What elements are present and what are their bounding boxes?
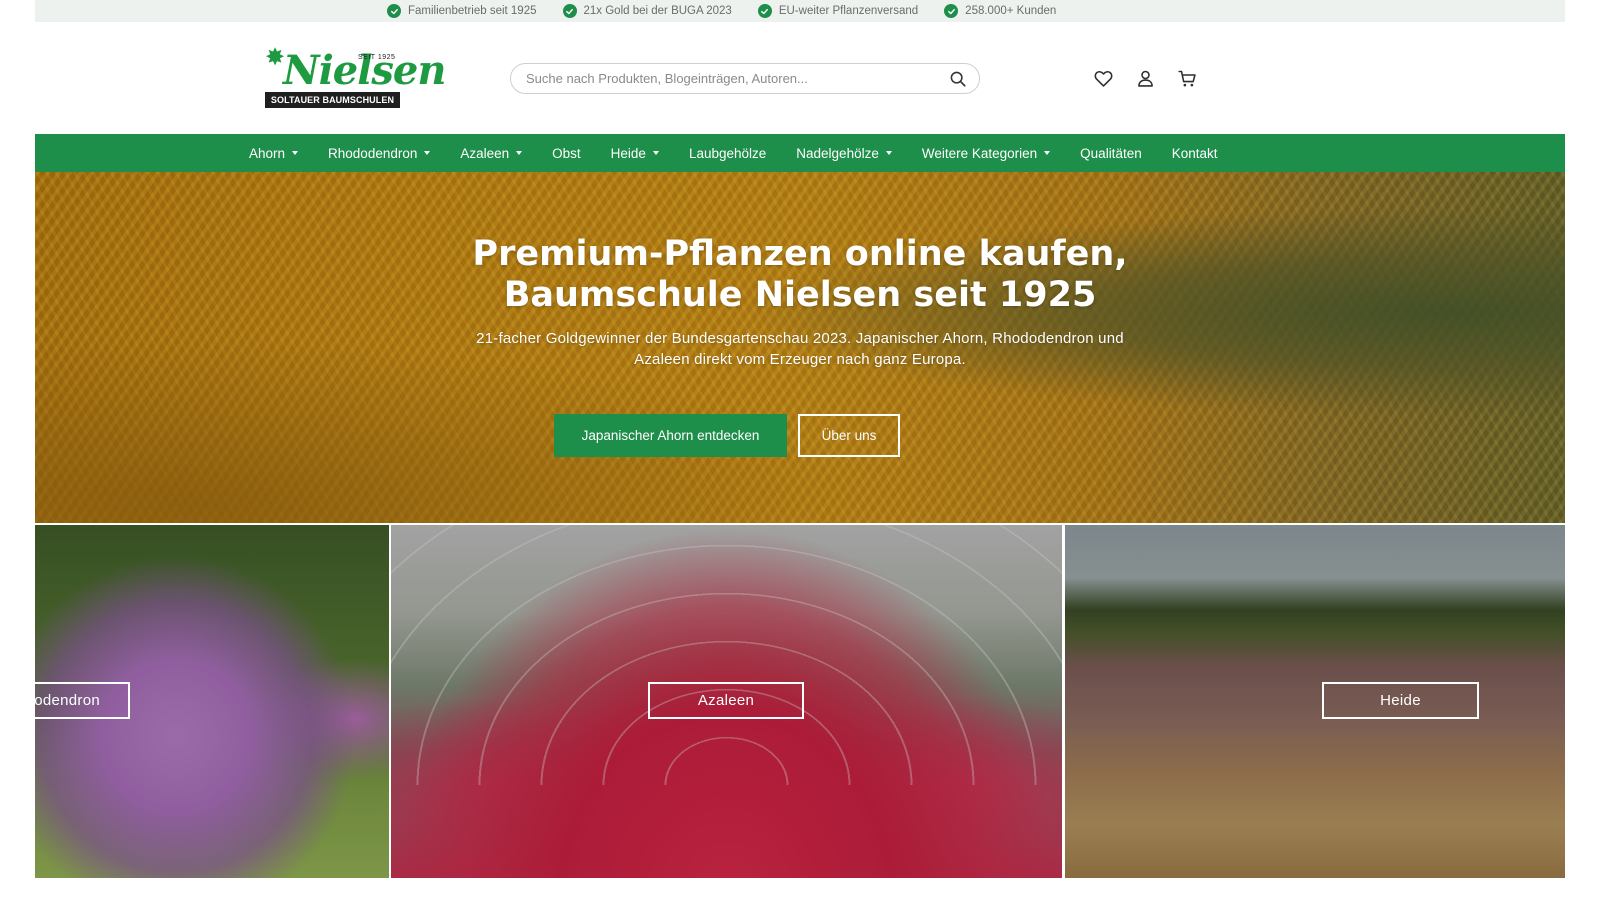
caret-down-icon xyxy=(1044,151,1051,155)
nav-item-label: Qualitäten xyxy=(1080,145,1142,161)
nav-item-heide[interactable]: Heide xyxy=(611,146,659,161)
trust-item-label: Familienbetrieb seit 1925 xyxy=(408,5,537,17)
logo-seit: SEIT 1925 xyxy=(358,54,396,61)
about-us-button[interactable]: Über uns xyxy=(798,414,900,457)
trust-item: Familienbetrieb seit 1925 xyxy=(387,4,537,18)
check-icon xyxy=(944,4,959,18)
nav-item-azaleen[interactable]: Azaleen xyxy=(460,145,523,161)
nav-item-weitere-kategorien[interactable]: Weitere Kategorien xyxy=(921,145,1051,161)
hero-title-line: Baumschule Nielsen seit 1925 xyxy=(503,275,1097,315)
trust-item-label: EU-weiter Pflanzenversand xyxy=(778,5,919,17)
search-icon[interactable] xyxy=(949,70,967,88)
cart-icon[interactable] xyxy=(1177,68,1198,89)
nav-item-label: Obst xyxy=(552,145,581,161)
trust-item: 21x Gold bei der BUGA 2023 xyxy=(562,4,732,18)
nav-item-label: Azaleen xyxy=(460,145,510,161)
caret-down-icon xyxy=(516,151,523,155)
main-nav: Ahorn Rhododendron Azaleen Obst Heide La… xyxy=(35,134,1565,172)
category-tile-label[interactable]: Rhododendron xyxy=(35,682,130,719)
nav-item-qualitaeten[interactable]: Qualitäten xyxy=(1080,146,1142,161)
nav-item-label: Laubgehölze xyxy=(688,145,767,161)
caret-down-icon xyxy=(885,151,892,155)
nav-item-label: Ahorn xyxy=(249,145,286,161)
trust-bar: Familienbetrieb seit 1925 21x Gold bei d… xyxy=(35,0,1565,22)
hero-title-line: Premium-Pflanzen online kaufen, xyxy=(472,234,1128,274)
discover-maple-button[interactable]: Japanischer Ahorn entdecken xyxy=(554,414,787,457)
nav-item-label: Weitere Kategorien xyxy=(921,145,1038,161)
search-box xyxy=(510,63,980,94)
caret-down-icon xyxy=(292,151,299,155)
nav-item-nadelgehoelze[interactable]: Nadelgehölze xyxy=(796,146,892,161)
hero-subtitle: 21-facher Goldgewinner der Bundesgartens… xyxy=(476,330,1124,368)
category-tile-label[interactable]: Heide xyxy=(1322,682,1479,719)
check-icon xyxy=(562,4,577,18)
caret-down-icon xyxy=(652,151,659,155)
nav-item-label: Heide xyxy=(610,145,646,161)
trust-item: 258.000+ Kunden xyxy=(944,4,1056,18)
trust-item-label: 21x Gold bei der BUGA 2023 xyxy=(583,5,732,17)
header-icons xyxy=(1093,68,1198,89)
heart-icon[interactable] xyxy=(1093,68,1114,89)
check-icon xyxy=(387,4,401,18)
nav-item-laubgehoelze[interactable]: Laubgehölze xyxy=(689,146,766,161)
nav-item-obst[interactable]: Obst xyxy=(552,146,581,161)
trust-item: EU-weiter Pflanzenversand xyxy=(757,4,919,18)
site-header: ✸ Nielsen SEIT 1925 SOLTAUER BAUMSCHULEN xyxy=(35,22,1565,137)
caret-down-icon xyxy=(424,151,431,155)
tile-overlay xyxy=(1065,525,1565,878)
nav-item-label: Rhododendron xyxy=(328,145,418,161)
category-tiles: Rhododendron Azaleen Heide xyxy=(35,523,1565,878)
logo-subtitle: SOLTAUER BAUMSCHULEN xyxy=(265,92,400,108)
category-tile-heide[interactable]: Heide xyxy=(1065,525,1565,878)
nav-item-kontakt[interactable]: Kontakt xyxy=(1172,146,1218,161)
hero-banner: Premium-Pflanzen online kaufen, Baumschu… xyxy=(35,172,1565,523)
page: Familienbetrieb seit 1925 21x Gold bei d… xyxy=(35,0,1565,900)
category-tile-label[interactable]: Azaleen xyxy=(648,682,804,719)
logo[interactable]: ✸ Nielsen SEIT 1925 SOLTAUER BAUMSCHULEN xyxy=(265,44,446,110)
nav-item-ahorn[interactable]: Ahorn xyxy=(249,145,299,161)
trust-item-label: 258.000+ Kunden xyxy=(965,5,1057,17)
search-input[interactable] xyxy=(526,71,949,86)
category-tile-azaleen[interactable]: Azaleen xyxy=(391,525,1062,878)
user-icon[interactable] xyxy=(1135,68,1156,89)
nav-item-rhododendron[interactable]: Rhododendron xyxy=(328,145,431,161)
category-tile-rhododendron[interactable]: Rhododendron xyxy=(35,525,389,878)
nav-item-label: Nadelgehölze xyxy=(796,145,879,161)
hero-title: Premium-Pflanzen online kaufen, Baumschu… xyxy=(400,234,1200,316)
check-icon xyxy=(757,4,772,18)
nav-item-label: Kontakt xyxy=(1171,145,1218,161)
